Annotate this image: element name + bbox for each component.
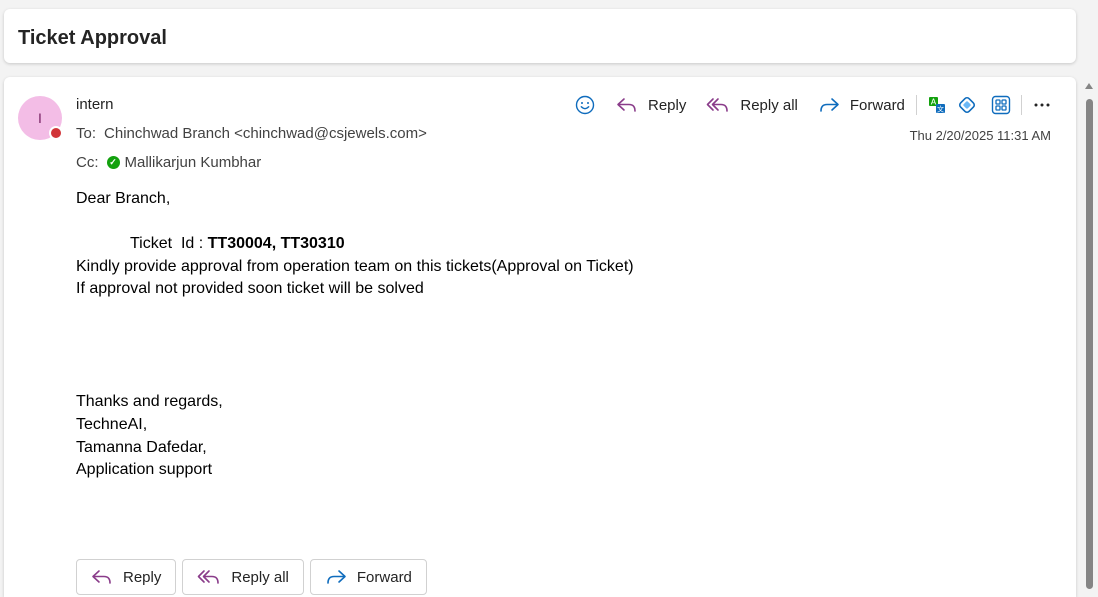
emoji-reaction-button[interactable] <box>570 92 600 118</box>
presence-busy-icon <box>49 126 63 140</box>
quick-actions: Reply Reply all Forward <box>76 559 427 595</box>
signature-line-3: Tamanna Dafedar, <box>76 438 207 456</box>
reply-all-icon <box>707 98 729 112</box>
toolbar-divider <box>915 95 917 115</box>
signature-line-4: Application support <box>76 461 213 479</box>
more-icon <box>1034 103 1050 107</box>
message-toolbar: Reply Reply all Forward A 文 <box>570 92 1057 118</box>
translate-button[interactable]: A 文 <box>922 92 952 118</box>
reply-icon <box>92 570 111 584</box>
svg-text:A: A <box>931 98 937 107</box>
reply-icon <box>617 98 636 112</box>
subject-header: Ticket Approval <box>4 9 1076 63</box>
bottom-forward-button[interactable]: Forward <box>309 559 427 595</box>
bottom-reply-label: Reply <box>123 568 162 586</box>
svg-text:文: 文 <box>937 105 944 114</box>
toolbar-divider <box>1020 95 1022 115</box>
bottom-reply-all-button[interactable]: Reply all <box>182 559 304 595</box>
body-line-2: If approval not provided soon ticket wil… <box>76 280 424 298</box>
cc-line: Cc: ✓ Mallikarjun Kumbhar <box>76 154 261 171</box>
cc-recipient[interactable]: Mallikarjun Kumbhar <box>125 154 262 171</box>
apps-icon <box>991 95 1011 115</box>
bottom-forward-label: Forward <box>356 568 412 586</box>
loop-button[interactable] <box>952 92 982 118</box>
more-actions-button[interactable] <box>1027 92 1057 118</box>
reply-all-label: Reply all <box>740 96 798 114</box>
reply-label: Reply <box>648 96 687 114</box>
forward-icon <box>820 98 839 112</box>
ticket-prefix: Ticket Id : <box>130 235 208 253</box>
message-body: Dear Branch, Ticket Id : TT30004, TT3031… <box>76 188 634 482</box>
ticket-ids: TT30004, TT30310 <box>207 235 345 253</box>
avatar-initial: I <box>38 110 42 126</box>
ticket-line: Ticket Id : TT30004, TT30310 <box>76 233 634 256</box>
reply-button[interactable]: Reply <box>610 92 692 118</box>
apps-button[interactable] <box>986 92 1016 118</box>
scroll-up-arrow-icon[interactable] <box>1085 83 1093 89</box>
forward-icon <box>327 570 346 584</box>
loop-icon <box>958 96 975 114</box>
cc-label: Cc: <box>76 154 99 171</box>
translate-icon: A 文 <box>928 97 945 114</box>
scrollbar-thumb[interactable] <box>1086 99 1093 589</box>
forward-label: Forward <box>849 96 905 114</box>
sender-name[interactable]: intern <box>76 96 114 113</box>
signature-line-1: Thanks and regards, <box>76 393 223 411</box>
reply-all-icon <box>198 570 220 584</box>
emoji-icon <box>575 95 595 115</box>
greeting: Dear Branch, <box>76 190 171 207</box>
message-card: I intern To: Chinchwad Branch <chinchwad@… <box>4 77 1076 597</box>
to-recipient[interactable]: Chinchwad Branch <chinchwad@csjewels.com… <box>104 125 427 142</box>
subject-title: Ticket Approval <box>18 27 167 49</box>
bottom-reply-all-label: Reply all <box>231 568 289 586</box>
vertical-scrollbar[interactable] <box>1082 77 1098 589</box>
message-timestamp: Thu 2/20/2025 11:31 AM <box>909 128 1051 143</box>
reply-all-button[interactable]: Reply all <box>700 92 804 118</box>
to-line: To: Chinchwad Branch <chinchwad@csjewels.… <box>76 125 427 142</box>
signature-line-2: TechneAI, <box>76 415 148 433</box>
to-label: To: <box>76 125 97 142</box>
available-status-icon: ✓ <box>106 156 120 169</box>
bottom-reply-button[interactable]: Reply <box>76 559 177 595</box>
forward-button[interactable]: Forward <box>812 92 911 118</box>
body-line-1: Kindly provide approval from operation t… <box>76 257 634 275</box>
